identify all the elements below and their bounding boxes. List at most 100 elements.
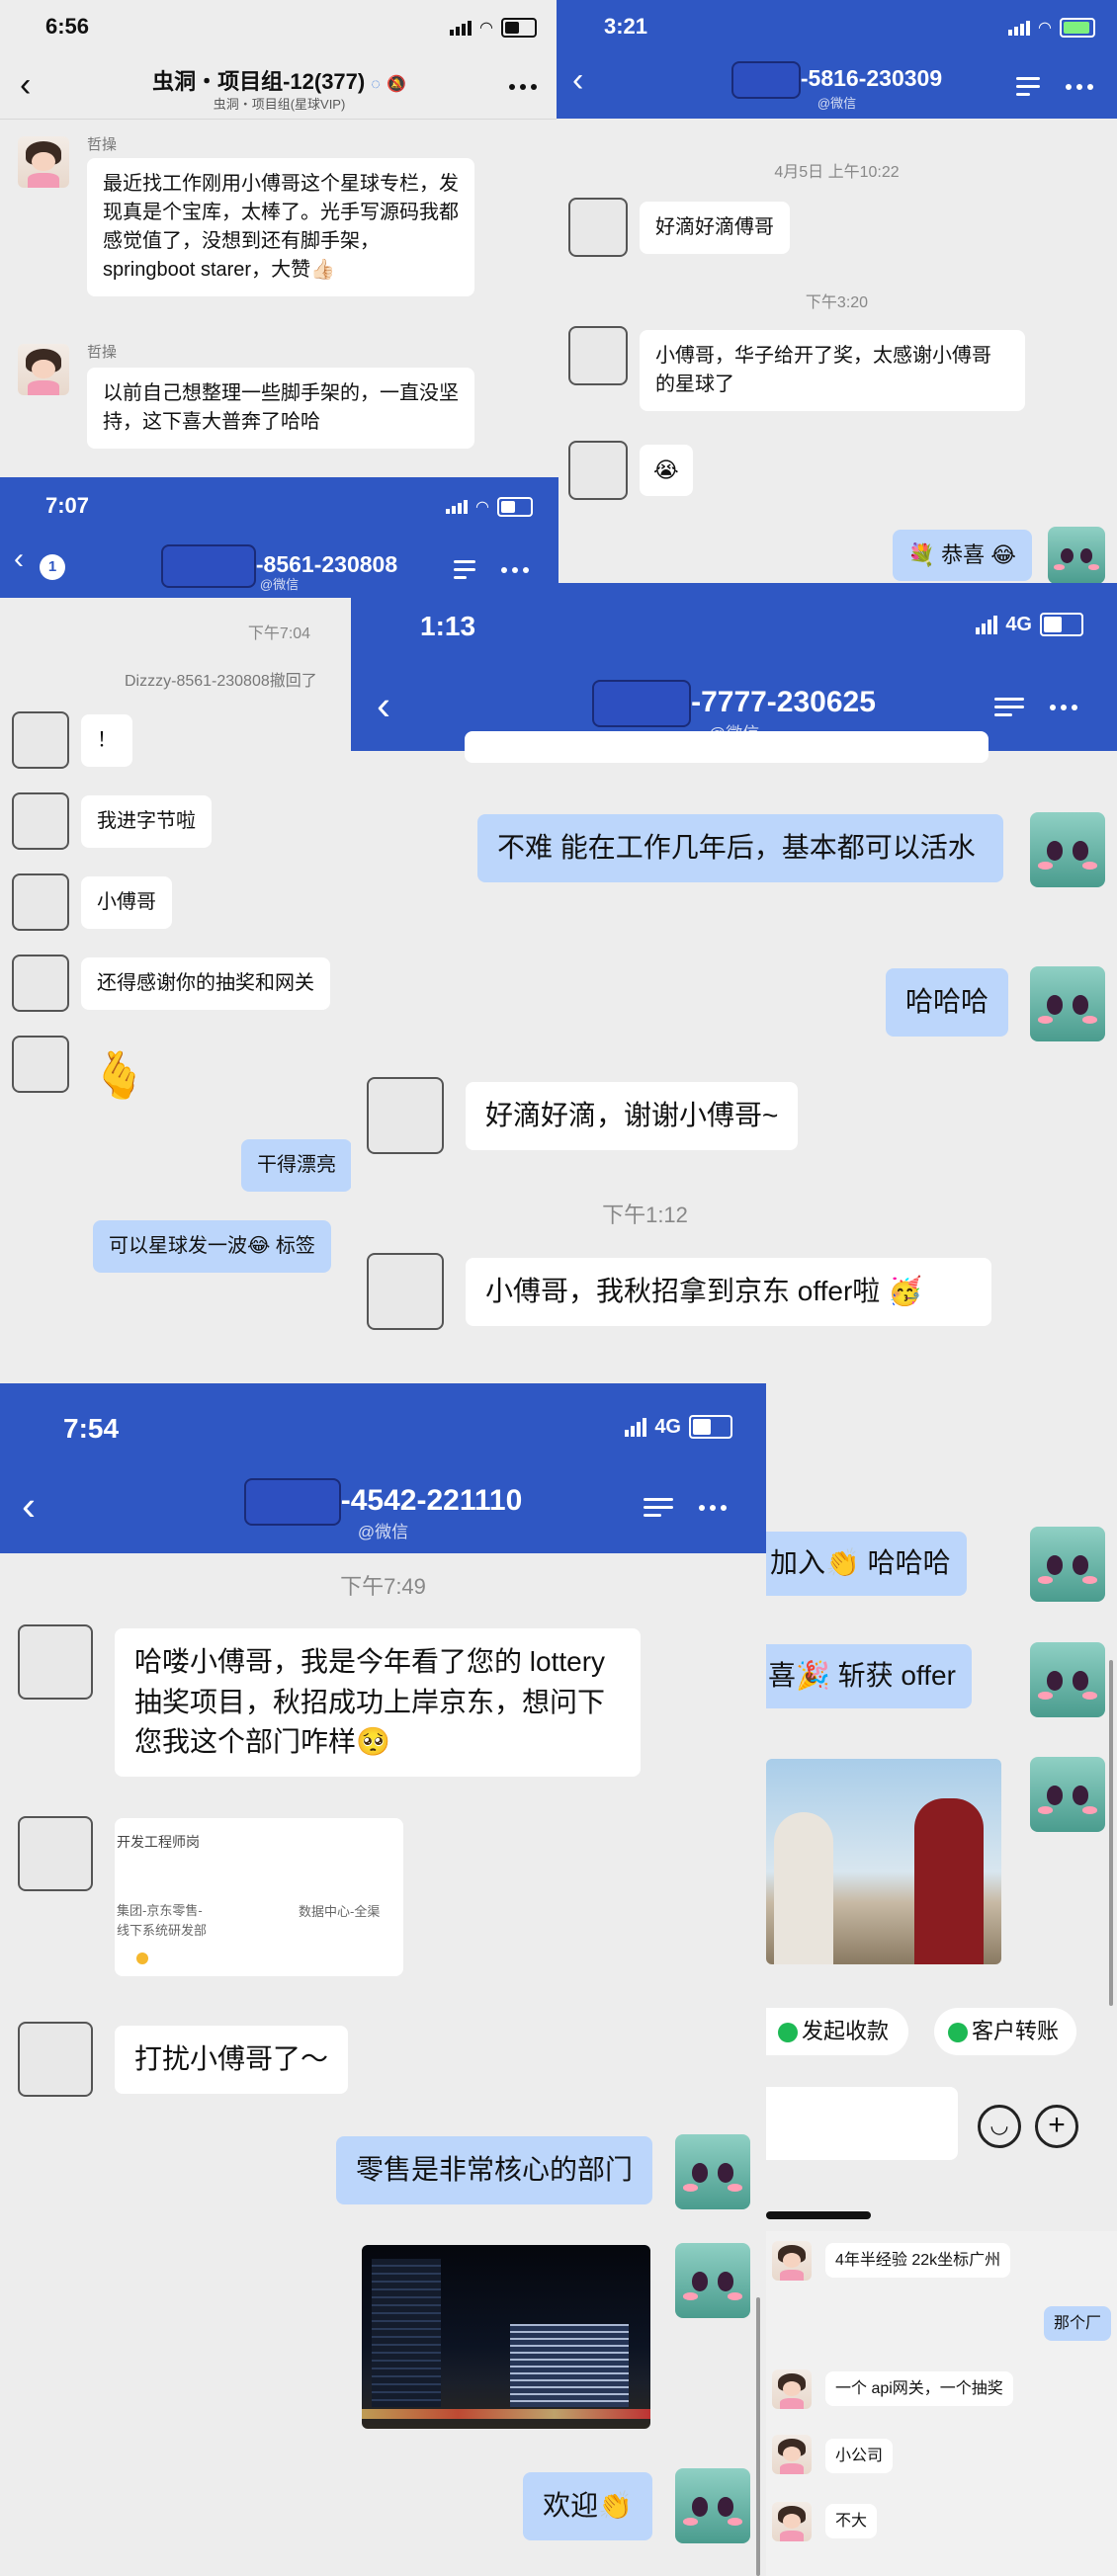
message-bubble[interactable]: 小傅哥，华子给开了奖，太感谢小傅哥的星球了 [640,330,1025,411]
message-bubble-self[interactable]: 加入👏 哈哈哈 [766,1532,967,1596]
message-bubble-self[interactable]: 那个厂 [1043,2306,1111,2342]
contact-source: @微信 [357,1523,409,1541]
message-bubble[interactable]: 还得感谢你的抽奖和网关 [81,957,330,1010]
timestamp: 下午7:49 [340,1574,426,1599]
job-card[interactable]: 开发工程师岗 集团-京东零售- 线下系统研发部 数据中心-全渠 [115,1818,403,1976]
avatar[interactable] [18,344,69,395]
chat-panel-4542: 7:54 4G ‹ -4542-221110 @微信 下午7:49 哈喽小傅哥，… [0,1383,766,2576]
message-bubble[interactable]: 好滴好滴，谢谢小傅哥~ [466,1082,799,1150]
avatar[interactable] [772,2502,812,2541]
chat-header: 1:13 4G ‹ -7777-230625 @微信 [351,583,1117,751]
message-input[interactable] [766,2087,958,2160]
message-bubble[interactable]: ！ [81,714,132,767]
chat-panel-group: 6:56 ◠ ‹ 虫洞・项目组-12(377) ◌ 🔕 虫洞・项目组(星球VIP… [0,0,558,477]
wifi-icon: ◠ [1038,20,1052,37]
message-bubble[interactable]: 😭 [640,445,693,496]
message-bubble[interactable]: 好滴好滴傅哥 [640,202,790,254]
scroll-indicator[interactable] [1109,1660,1113,2006]
plus-icon[interactable]: + [1035,2105,1078,2148]
avatar-self[interactable] [1048,527,1105,583]
transfer-button[interactable]: 客户转账 [934,2008,1077,2055]
avatar[interactable] [12,955,69,1012]
message-bubble[interactable]: 一个 api网关，一个抽奖 [825,2371,1013,2407]
network-type: 4G [654,1415,681,1438]
bubble-icon: ◌ [371,76,381,93]
list-icon[interactable] [454,560,475,579]
avatar-self[interactable] [675,2243,750,2318]
avatar[interactable] [772,2369,812,2409]
shared-photo-night[interactable] [362,2245,650,2429]
avatar-self[interactable] [1030,1757,1105,1832]
message-bubble-self[interactable]: 喜🎉 斩获 offer [766,1644,972,1708]
sender-name: 哲操 [87,344,118,361]
message-bubble[interactable]: 最近找工作刚用小傅哥这个星球专栏，发现真是个宝库，太棒了。光手写源码我都感觉值了… [87,158,474,296]
sender-name: 哲操 [87,136,118,153]
message-bubble-self[interactable]: 哈哈哈 [885,968,1008,1037]
avatar[interactable] [367,1077,444,1154]
avatar-self[interactable] [675,2134,750,2209]
battery-icon [1040,613,1083,636]
more-icon[interactable] [699,1504,727,1511]
message-bubble[interactable]: 不大 [825,2504,878,2539]
message-bubble[interactable]: 我进字节啦 [81,795,212,848]
avatar-self[interactable] [1030,1527,1105,1602]
message-bubble[interactable]: 小傅哥 [81,876,172,929]
home-indicator [766,2211,871,2219]
status-icons: 4G [976,613,1083,636]
avatar[interactable] [18,1816,93,1891]
shared-photo[interactable] [766,1759,1001,1964]
message-bubble[interactable]: 小公司 [825,2439,894,2474]
message-bubble[interactable]: 小傅哥，我秋招拿到京东 offer啦 🥳 [466,1258,991,1326]
avatar[interactable] [18,2022,93,2097]
more-icon[interactable] [509,84,537,90]
avatar[interactable] [18,1624,93,1700]
avatar[interactable] [568,198,628,257]
avatar-self[interactable] [675,2468,750,2543]
header-actions [644,1498,727,1517]
avatar-self[interactable] [1030,1642,1105,1717]
scroll-indicator[interactable] [756,2297,760,2576]
group-title-text: 虫洞・项目组-12(377) [152,69,366,94]
list-icon[interactable] [644,1498,673,1517]
avatar[interactable] [12,711,69,769]
status-time: 7:54 [63,1413,120,1444]
status-icons: ◠ [1008,18,1095,38]
message-bubble-self[interactable]: 干得漂亮 [241,1139,352,1192]
battery-icon [1060,18,1095,38]
avatar[interactable] [772,2241,812,2281]
more-icon[interactable] [501,566,529,573]
avatar[interactable] [568,441,628,500]
job-card-right: 数据中心-全渠 [299,1904,381,1919]
avatar[interactable] [568,326,628,385]
list-icon[interactable] [994,698,1024,716]
message-bubble-self[interactable]: 不难 能在工作几年后，基本都可以活水 [477,814,1003,882]
more-icon[interactable] [1050,704,1077,710]
avatar[interactable] [12,1036,69,1093]
message-bubble-self[interactable]: 💐 恭喜 😂 [892,530,1032,581]
message-bubble[interactable]: 哈喽小傅哥，我是今年看了您的 lottery抽奖项目，秋招成功上岸京东，想问下您… [115,1628,641,1777]
message-bubble-self[interactable]: 可以星球发一波😂 标签 [93,1220,331,1273]
more-icon[interactable] [1066,83,1093,90]
message-bubble-self[interactable]: 欢迎👏 [523,2472,652,2540]
contact-id: -5816-230309 [800,65,943,92]
sticker[interactable]: 🫰 [91,1048,147,1103]
status-icons: ◠ [450,18,537,38]
status-time: 1:13 [420,611,476,641]
list-icon[interactable] [1016,77,1040,96]
avatar-self[interactable] [1030,966,1105,1041]
emoji-icon[interactable]: ◡ [978,2105,1021,2148]
recall-notice: Dizzzy-8561-230808撤回了 [125,673,317,690]
avatar-self[interactable] [1030,812,1105,887]
avatar[interactable] [12,873,69,931]
avatar[interactable] [367,1253,444,1330]
battery-icon [497,497,533,517]
avatar[interactable] [18,136,69,188]
message-bubble[interactable]: 以前自己想整理一些脚手架的，一直没坚持，这下喜大普奔了哈哈 [87,368,474,449]
avatar[interactable] [772,2435,812,2474]
collect-payment-button[interactable]: 发起收款 [766,2008,909,2055]
message-bubble[interactable]: 4年半经验 22k坐标广州 [825,2243,1011,2279]
message-bubble-self[interactable]: 零售是非常核心的部门 [335,2136,652,2204]
avatar[interactable] [12,792,69,850]
message-bubble[interactable]: 打扰小傅哥了～ [115,2026,349,2094]
job-card-title: 开发工程师岗 [117,1834,200,1850]
